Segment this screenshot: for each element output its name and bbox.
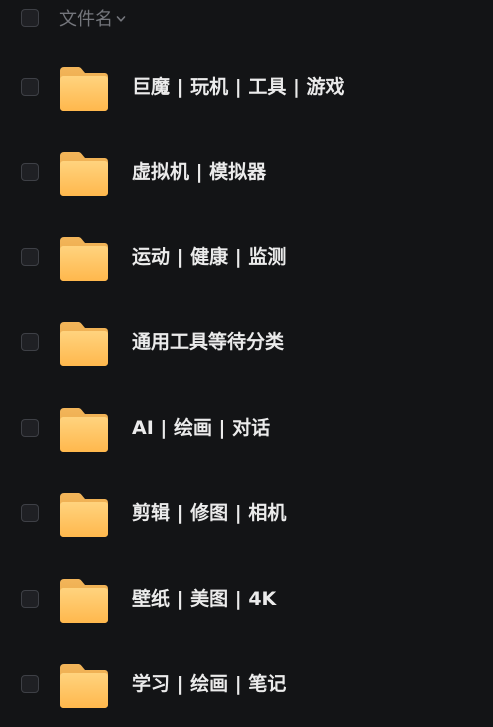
folder-name: 虚拟机 | 模拟器 [132, 161, 267, 183]
file-list-header: 文件名 [0, 0, 493, 36]
folder-icon [60, 664, 108, 708]
folder-name: AI | 绘画 | 对话 [132, 417, 271, 439]
chevron-down-icon [116, 15, 126, 22]
row-checkbox[interactable] [21, 163, 39, 181]
folder-row[interactable]: 通用工具等待分类 [0, 300, 493, 385]
folder-icon [60, 152, 108, 196]
select-all-checkbox[interactable] [21, 9, 39, 27]
folder-row[interactable]: 学习 | 绘画 | 笔记 [0, 642, 493, 727]
row-checkbox[interactable] [21, 504, 39, 522]
folder-icon [60, 493, 108, 537]
row-checkbox[interactable] [21, 333, 39, 351]
folder-icon [60, 322, 108, 366]
folder-name: 学习 | 绘画 | 笔记 [132, 673, 287, 695]
folder-icon [60, 408, 108, 452]
folder-name: 通用工具等待分类 [132, 331, 285, 353]
folder-name: 剪辑 | 修图 | 相机 [132, 502, 287, 524]
row-checkbox[interactable] [21, 248, 39, 266]
folder-row[interactable]: 剪辑 | 修图 | 相机 [0, 471, 493, 556]
row-checkbox[interactable] [21, 419, 39, 437]
folder-row[interactable]: 运动 | 健康 | 监测 [0, 215, 493, 300]
row-checkbox[interactable] [21, 590, 39, 608]
folder-row[interactable]: 虚拟机 | 模拟器 [0, 130, 493, 215]
folder-name: 运动 | 健康 | 监测 [132, 246, 287, 268]
folder-name: 壁纸 | 美图 | 4K [132, 588, 277, 610]
folder-row[interactable]: 巨魔 | 玩机 | 工具 | 游戏 [0, 45, 493, 130]
row-checkbox[interactable] [21, 675, 39, 693]
column-label-filename: 文件名 [59, 9, 113, 30]
folder-row[interactable]: 壁纸 | 美图 | 4K [0, 557, 493, 642]
sort-by-name-button[interactable]: 文件名 [59, 6, 126, 30]
folder-name: 巨魔 | 玩机 | 工具 | 游戏 [132, 76, 345, 98]
folder-row[interactable]: AI | 绘画 | 对话 [0, 386, 493, 471]
folder-icon [60, 67, 108, 111]
folder-icon [60, 237, 108, 281]
folder-icon [60, 579, 108, 623]
row-checkbox[interactable] [21, 78, 39, 96]
